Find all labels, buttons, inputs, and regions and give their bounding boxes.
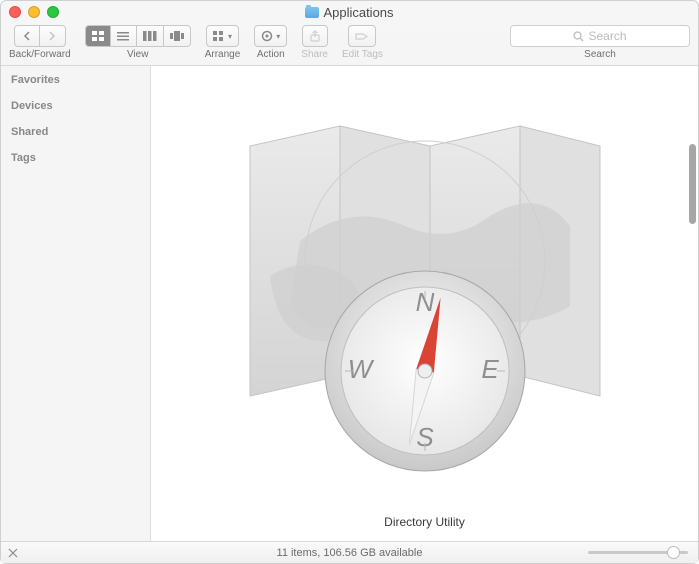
forward-button[interactable] xyxy=(40,25,66,47)
finder-window: Applications Back/Forward xyxy=(0,0,699,564)
columns-icon xyxy=(143,31,157,41)
minimize-window-button[interactable] xyxy=(28,6,40,18)
search-icon xyxy=(573,31,584,42)
svg-text:E: E xyxy=(481,354,499,384)
window-title-text: Applications xyxy=(323,5,393,20)
view-coverflow-button[interactable] xyxy=(164,25,191,47)
nav-label: Back/Forward xyxy=(9,49,71,60)
list-icon xyxy=(117,31,129,41)
view-list-button[interactable] xyxy=(111,25,137,47)
search-group: Search Search xyxy=(510,25,690,60)
item-name: Directory Utility xyxy=(384,515,465,529)
view-group: View xyxy=(85,25,191,60)
window-title: Applications xyxy=(1,5,698,20)
tags-label: Edit Tags xyxy=(342,49,383,60)
view-icon-button[interactable] xyxy=(85,25,111,47)
action-label: Action xyxy=(257,49,285,60)
gear-icon xyxy=(261,30,273,42)
sidebar-section-tags[interactable]: Tags xyxy=(11,152,140,164)
share-icon xyxy=(309,30,321,42)
action-button[interactable]: ▾ xyxy=(254,25,287,47)
tags-group: Edit Tags xyxy=(342,25,383,60)
compass-icon: N E S W xyxy=(320,266,530,476)
search-label: Search xyxy=(584,49,616,60)
view-column-button[interactable] xyxy=(137,25,164,47)
search-placeholder: Search xyxy=(588,29,626,43)
arrange-label: Arrange xyxy=(205,49,241,60)
fullscreen-window-button[interactable] xyxy=(47,6,59,18)
chevron-left-icon xyxy=(23,31,31,41)
tag-icon xyxy=(355,31,369,42)
share-button[interactable] xyxy=(302,25,328,47)
sidebar-section-shared[interactable]: Shared xyxy=(11,126,140,138)
back-button[interactable] xyxy=(14,25,40,47)
arrange-group: ▾ Arrange xyxy=(205,25,241,60)
window-body: Favorites Devices Shared Tags xyxy=(1,65,698,541)
slider-knob[interactable] xyxy=(667,546,680,559)
traffic-lights xyxy=(9,6,59,18)
share-label: Share xyxy=(301,49,328,60)
grid-icon xyxy=(92,31,104,41)
sidebar-section-favorites[interactable]: Favorites xyxy=(11,74,140,86)
nav-group: Back/Forward xyxy=(9,25,71,60)
folder-icon xyxy=(305,7,319,18)
scrollbar-thumb[interactable] xyxy=(689,144,696,224)
share-group: Share xyxy=(301,25,328,60)
arrange-icon xyxy=(213,31,225,41)
titlebar: Applications xyxy=(1,1,698,23)
close-window-button[interactable] xyxy=(9,6,21,18)
icon-size-slider[interactable] xyxy=(588,551,688,554)
view-label: View xyxy=(127,49,149,60)
app-icon[interactable]: N E S W xyxy=(240,96,610,466)
svg-text:W: W xyxy=(347,354,374,384)
search-input[interactable]: Search xyxy=(510,25,690,47)
chevron-right-icon xyxy=(48,31,56,41)
toolbar: Back/Forward View xyxy=(1,23,698,65)
sidebar-section-devices[interactable]: Devices xyxy=(11,100,140,112)
content-area[interactable]: N E S W xyxy=(151,66,698,541)
sidebar: Favorites Devices Shared Tags xyxy=(1,66,151,541)
status-bar: 11 items, 106.56 GB available xyxy=(1,541,698,563)
coverflow-icon xyxy=(170,31,184,41)
edit-tags-button[interactable] xyxy=(348,25,376,47)
action-group: ▾ Action xyxy=(254,25,287,60)
arrange-button[interactable]: ▾ xyxy=(206,25,239,47)
